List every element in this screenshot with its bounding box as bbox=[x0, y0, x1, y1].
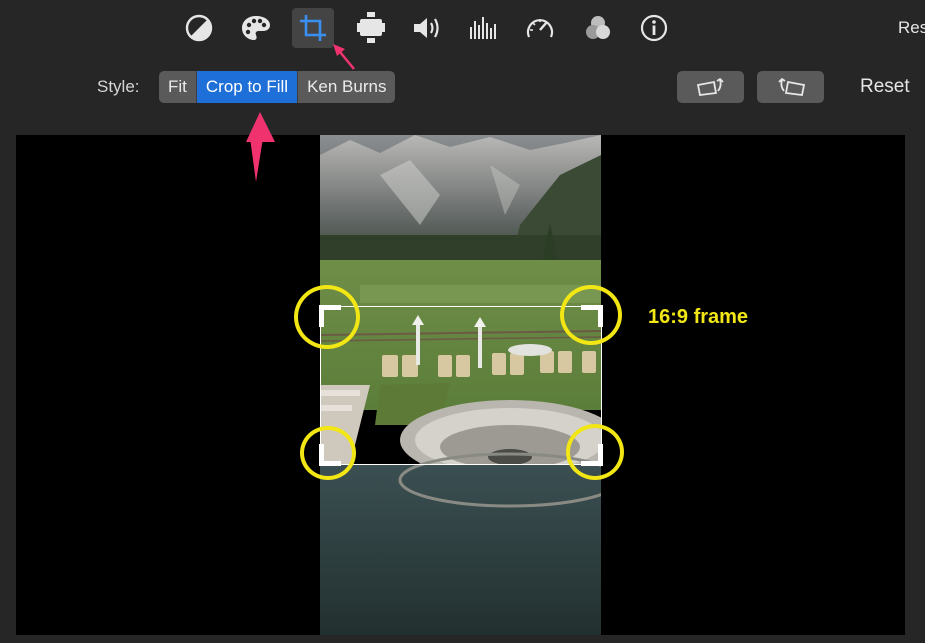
volume-button[interactable] bbox=[406, 8, 448, 48]
volume-icon bbox=[414, 18, 439, 38]
rotate-left-icon bbox=[696, 77, 724, 96]
reset-button[interactable]: Reset bbox=[860, 76, 910, 98]
crop-icon bbox=[300, 15, 326, 41]
style-fit-button[interactable]: Fit bbox=[159, 71, 197, 103]
rotate-counterclockwise-button[interactable] bbox=[677, 71, 744, 103]
crop-editor-window: Res Style: Fit Crop to Fill Ken Burns Re… bbox=[0, 0, 925, 643]
clip-filter-button[interactable] bbox=[577, 8, 619, 48]
annotation-circle-top-right bbox=[560, 285, 622, 345]
crop-button[interactable] bbox=[292, 8, 334, 48]
rotate-right-icon bbox=[777, 77, 805, 96]
equalizer-icon bbox=[470, 17, 496, 39]
adjustment-toolbar: Res bbox=[0, 0, 925, 56]
stabilization-button[interactable] bbox=[350, 8, 392, 48]
style-label: Style: bbox=[97, 77, 140, 96]
reset-all-button-cut[interactable]: Res bbox=[898, 18, 925, 38]
color-correction-button[interactable] bbox=[235, 8, 277, 48]
color-correction-icon bbox=[242, 16, 270, 40]
style-ken-burns-button[interactable]: Ken Burns bbox=[298, 71, 395, 103]
rotate-clockwise-button[interactable] bbox=[757, 71, 824, 103]
style-segmented-control: Fit Crop to Fill Ken Burns bbox=[159, 71, 396, 103]
color-balance-button[interactable] bbox=[178, 8, 220, 48]
annotation-circle-top-left bbox=[294, 285, 360, 349]
speed-button[interactable] bbox=[519, 8, 561, 48]
equalizer-button[interactable] bbox=[462, 8, 504, 48]
stabilization-icon bbox=[357, 12, 385, 43]
info-icon bbox=[640, 14, 668, 42]
annotation-circle-bottom-left bbox=[300, 426, 356, 480]
style-crop-to-fill-button[interactable]: Crop to Fill bbox=[196, 71, 299, 103]
speed-icon bbox=[526, 19, 554, 38]
info-button[interactable] bbox=[633, 8, 675, 48]
clip-filter-icon bbox=[586, 16, 610, 39]
annotation-circle-bottom-right bbox=[566, 424, 624, 480]
crop-frame[interactable] bbox=[319, 305, 603, 466]
color-balance-icon bbox=[185, 14, 213, 42]
frame-annotation-label: 16:9 frame bbox=[648, 306, 749, 328]
